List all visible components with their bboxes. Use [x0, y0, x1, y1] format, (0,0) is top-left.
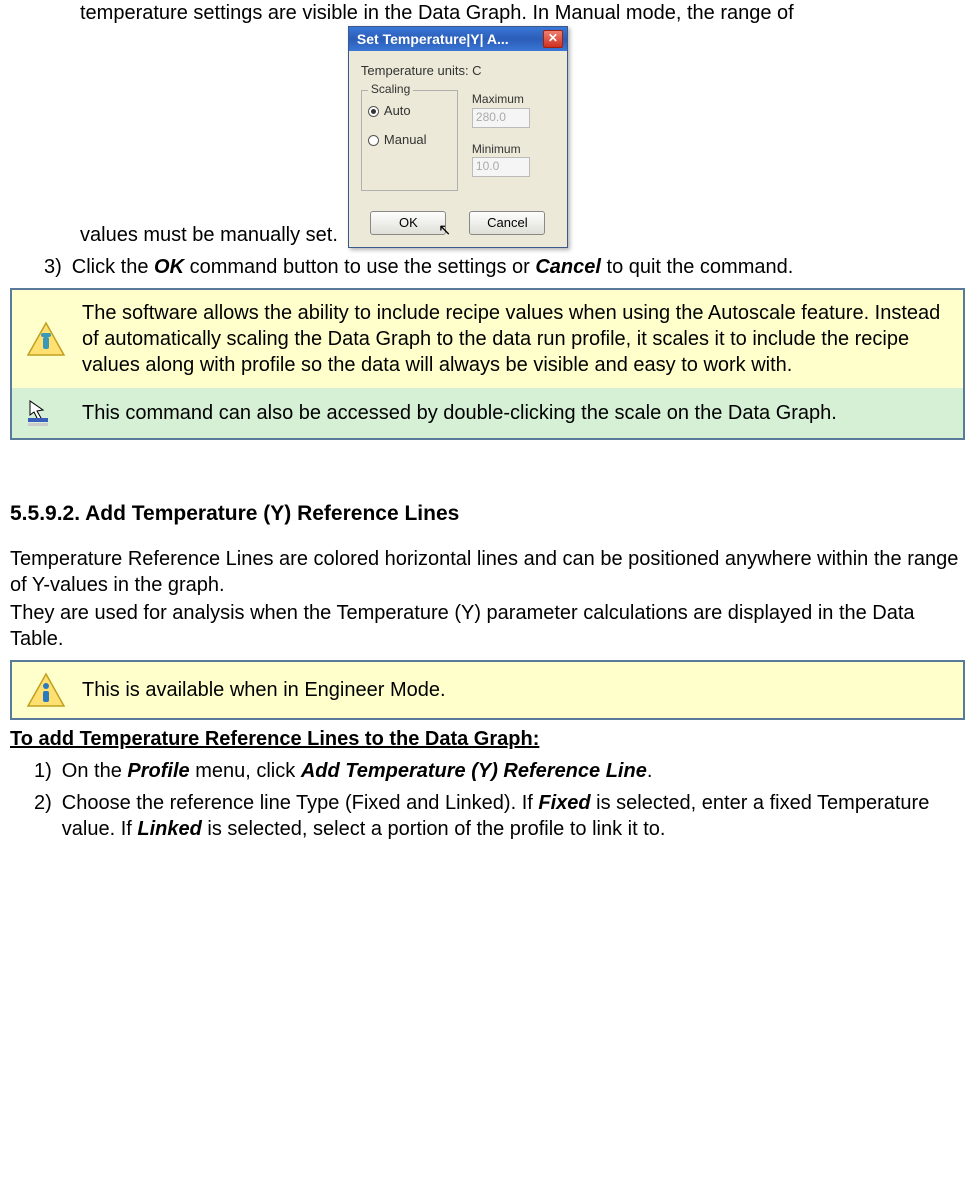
minimum-label: Minimum	[472, 142, 555, 158]
note-box: The software allows the ability to inclu…	[10, 288, 965, 440]
scaling-group: Scaling Auto Manual	[361, 90, 458, 191]
set-temperature-dialog: Set Temperature|Y| A... ✕ Temperature un…	[348, 26, 568, 248]
procedure-title: To add Temperature Reference Lines to th…	[0, 726, 975, 752]
tip-icon	[26, 321, 82, 357]
temperature-units-label: Temperature units: C	[361, 63, 555, 80]
maximum-input[interactable]: 280.0	[472, 108, 530, 128]
scaling-group-label: Scaling	[368, 82, 413, 98]
procedure-step-2: Choose the reference line Type (Fixed an…	[62, 790, 975, 842]
list-number: 2)	[0, 790, 62, 842]
click-icon	[26, 398, 82, 428]
section-heading: 5.5.9.2. Add Temperature (Y) Reference L…	[0, 500, 975, 527]
step-3-text: Click the OK command button to use the s…	[72, 254, 965, 280]
cursor-icon: ↖	[438, 221, 451, 242]
info-icon	[26, 672, 82, 708]
tip-text: The software allows the ability to inclu…	[82, 300, 949, 378]
procedure-step-1: On the Profile menu, click Add Temperatu…	[62, 758, 975, 784]
dialog-titlebar: Set Temperature|Y| A... ✕	[349, 27, 567, 51]
note-box-2: This is available when in Engineer Mode.	[10, 660, 965, 720]
radio-auto[interactable]: Auto	[368, 103, 451, 120]
minimum-input[interactable]: 10.0	[472, 157, 530, 177]
close-icon[interactable]: ✕	[543, 30, 563, 48]
cancel-button[interactable]: Cancel	[469, 211, 545, 235]
paragraph-fragment-top: temperature settings are visible in the …	[10, 0, 965, 26]
info-note-text: This is available when in Engineer Mode.	[82, 677, 949, 703]
click-note-text: This command can also be accessed by dou…	[82, 400, 949, 426]
ok-button[interactable]: OK ↖	[370, 211, 446, 235]
paragraph-fragment-bottom: values must be manually set.	[80, 222, 338, 248]
radio-icon	[368, 106, 379, 117]
radio-icon	[368, 135, 379, 146]
section-paragraph-2: They are used for analysis when the Temp…	[0, 600, 975, 652]
list-number: 1)	[0, 758, 62, 784]
radio-manual[interactable]: Manual	[368, 132, 451, 149]
list-number: 3)	[10, 254, 72, 280]
section-paragraph-1: Temperature Reference Lines are colored …	[0, 546, 975, 598]
maximum-label: Maximum	[472, 92, 555, 108]
dialog-title: Set Temperature|Y| A...	[357, 30, 509, 48]
